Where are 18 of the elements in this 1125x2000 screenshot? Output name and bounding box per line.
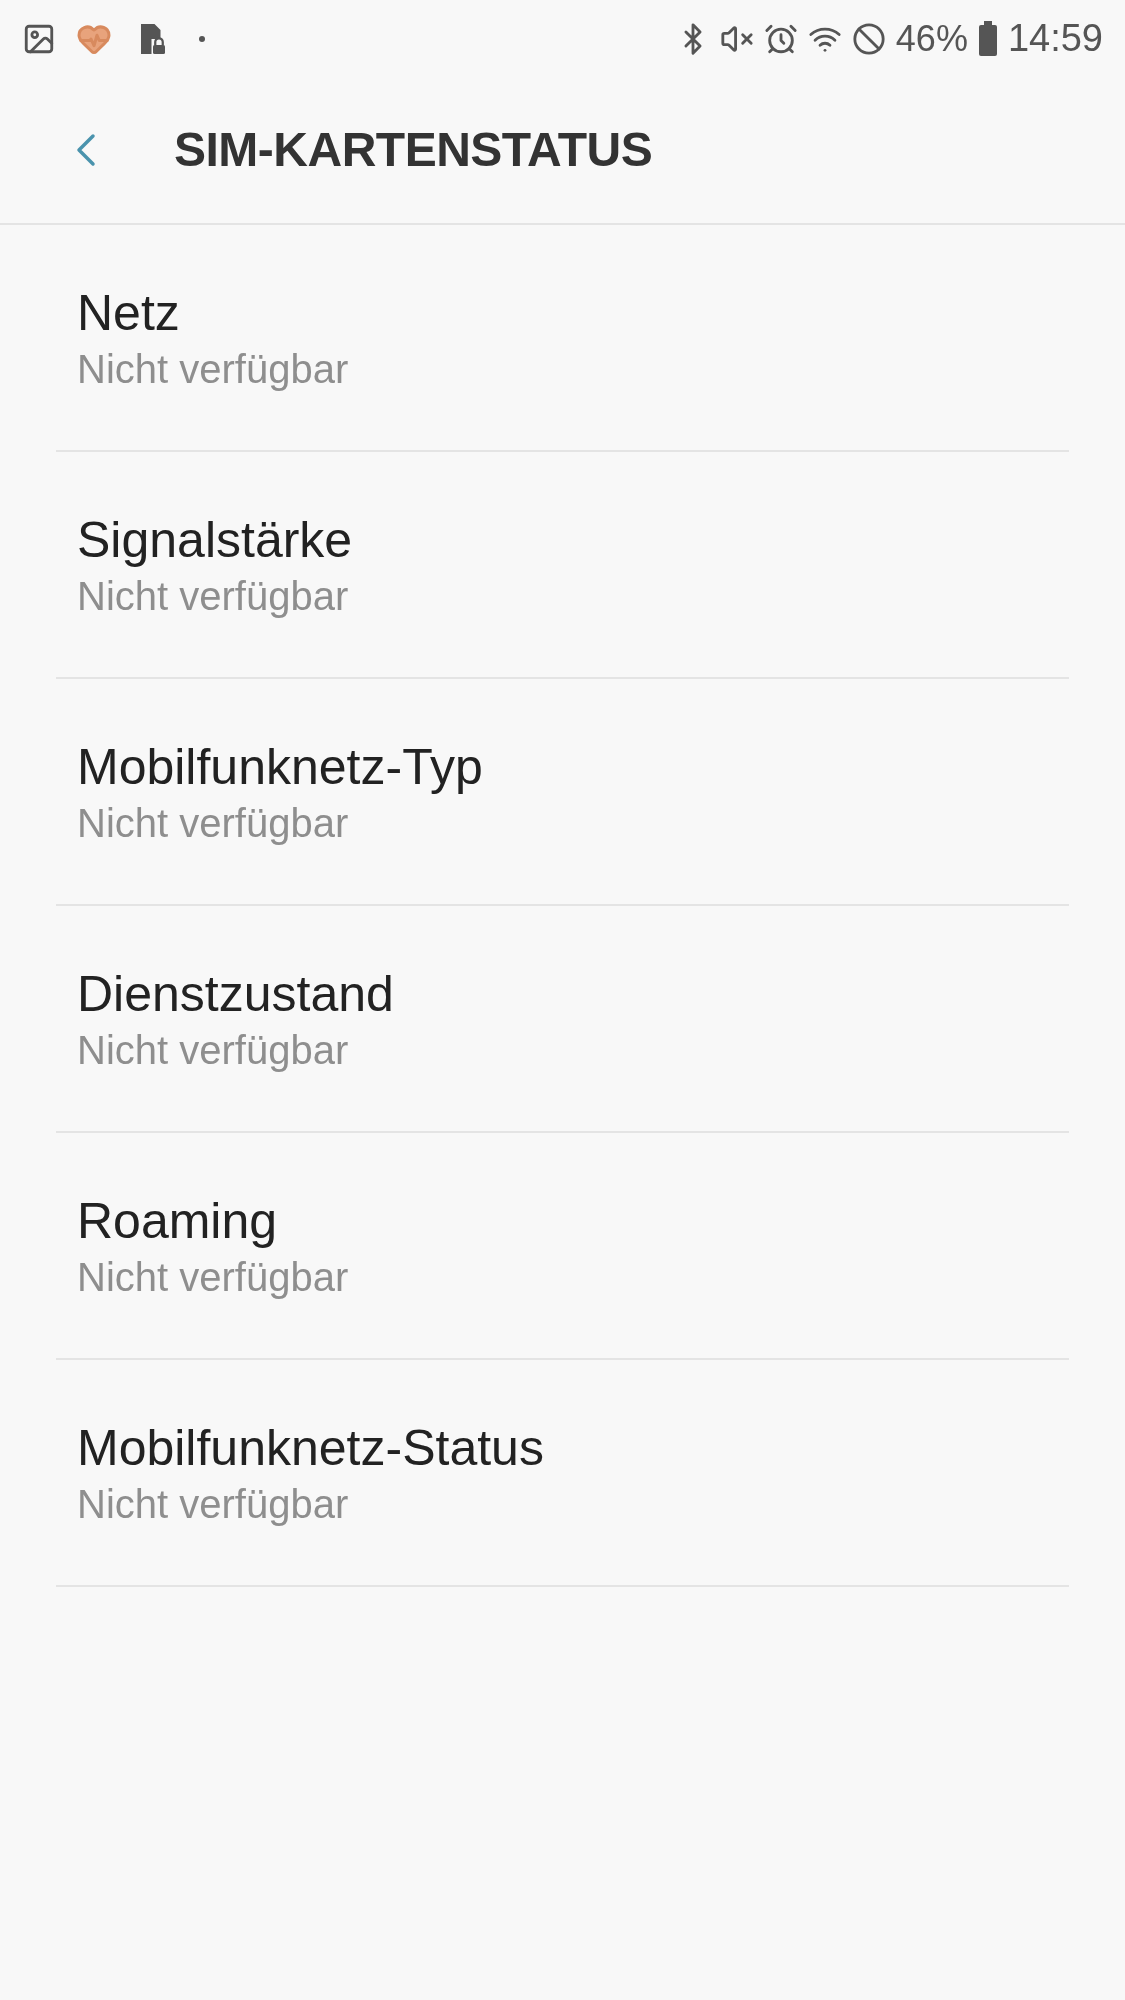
setting-value: Nicht verfügbar <box>77 345 350 393</box>
page-title: SIM-KARTENSTATUS <box>174 122 653 178</box>
setting-title: Dienstzustand <box>77 964 395 1024</box>
setting-title: Roaming <box>77 1191 279 1251</box>
setting-value: Nicht verfügbar <box>77 1480 350 1528</box>
setting-value: Nicht verfügbar <box>77 572 350 620</box>
setting-title: Netz <box>77 283 181 343</box>
battery-percent: 46% <box>895 16 968 61</box>
battery-icon <box>977 20 998 57</box>
setting-value: Nicht verfügbar <box>77 799 350 847</box>
setting-title: Mobilfunknetz-Status <box>77 1418 545 1478</box>
setting-title: Signalstärke <box>77 510 354 570</box>
clock: 14:59 <box>1007 16 1103 61</box>
dot-icon <box>198 34 206 43</box>
setting-value: Nicht verfügbar <box>77 1253 350 1301</box>
setting-title: Mobilfunknetz-Typ <box>77 737 484 797</box>
block-icon <box>851 21 886 56</box>
setting-value: Nicht verfügbar <box>77 1026 350 1074</box>
